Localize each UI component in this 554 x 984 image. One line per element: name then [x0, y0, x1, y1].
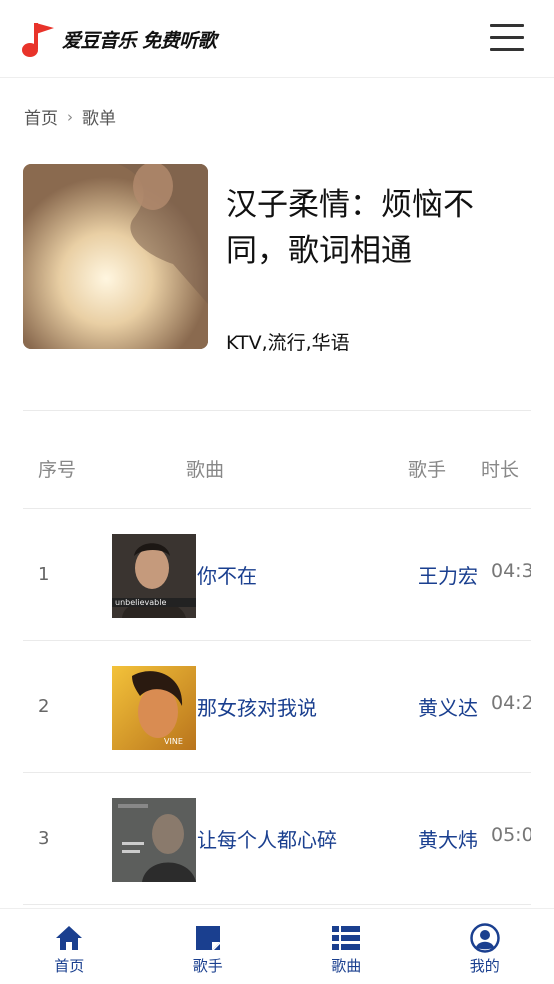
svg-text:VINE: VINE [164, 737, 183, 746]
table-row[interactable]: 3 让每个人都心碎 黄大炜 05:0 [0, 772, 554, 904]
bottom-tab-bar: 首页 歌手 歌曲 我的 [0, 908, 554, 984]
song-title-link[interactable]: 你不在 [197, 560, 257, 589]
table-row[interactable]: 2 VINE 那女孩对我说 黄义达 04:2 [0, 640, 554, 772]
song-duration: 04:2 [491, 692, 531, 714]
tab-singer[interactable]: 歌手 [139, 909, 278, 984]
divider [23, 410, 531, 411]
singer-icon [195, 926, 220, 950]
artist-link[interactable]: 黄义达 [418, 692, 478, 721]
tab-mine[interactable]: 我的 [416, 909, 554, 984]
home-icon [56, 926, 83, 950]
tab-label: 我的 [469, 957, 500, 975]
breadcrumb-home[interactable]: 首页 [24, 104, 58, 129]
tab-label: 首页 [54, 957, 85, 975]
album-art[interactable]: VINE [112, 666, 196, 750]
song-title-link[interactable]: 让每个人都心碎 [197, 824, 337, 853]
tab-label: 歌手 [192, 957, 223, 975]
tab-songs[interactable]: 歌曲 [277, 909, 416, 984]
song-duration: 05:0 [491, 824, 531, 846]
app-header: 爱豆音乐 免费听歌 [0, 0, 554, 78]
music-note-logo-icon [22, 23, 54, 57]
breadcrumb: 首页 › 歌单 [24, 104, 116, 130]
column-header-artist: 歌手 [408, 459, 447, 481]
playlist-title: 汉子柔情：烦恼不同，歌词相通 [226, 187, 474, 269]
playlist-cover [23, 164, 208, 349]
album-art[interactable] [112, 798, 196, 882]
chevron-right-icon: › [67, 107, 73, 126]
table-row[interactable]: 1 unbelievable 你不在 王力宏 04:3 [0, 508, 554, 640]
tab-label: 歌曲 [331, 957, 362, 975]
row-index: 1 [38, 564, 50, 585]
album-art[interactable]: unbelievable [112, 534, 196, 618]
artist-link[interactable]: 黄大炜 [418, 824, 478, 853]
song-title-link[interactable]: 那女孩对我说 [197, 692, 317, 721]
hamburger-menu-icon[interactable] [490, 24, 524, 52]
song-duration: 04:3 [491, 560, 531, 582]
breadcrumb-current: 歌单 [82, 109, 116, 129]
svg-text:unbelievable: unbelievable [115, 598, 166, 607]
user-icon [470, 923, 500, 953]
app-name: 爱豆音乐 免费听歌 [62, 29, 217, 52]
column-header-song: 歌曲 [186, 459, 225, 481]
column-header-index: 序号 [38, 459, 77, 481]
column-header-duration: 时长 [481, 459, 520, 481]
row-index: 2 [38, 696, 50, 717]
tab-home[interactable]: 首页 [0, 909, 139, 984]
row-index: 3 [38, 828, 50, 849]
divider [23, 904, 531, 905]
artist-link[interactable]: 王力宏 [418, 560, 478, 589]
playlist-tags: KTV,流行,华语 [226, 332, 350, 354]
song-list-icon [332, 926, 361, 950]
app-logo[interactable]: 爱豆音乐 免费听歌 [22, 18, 217, 60]
